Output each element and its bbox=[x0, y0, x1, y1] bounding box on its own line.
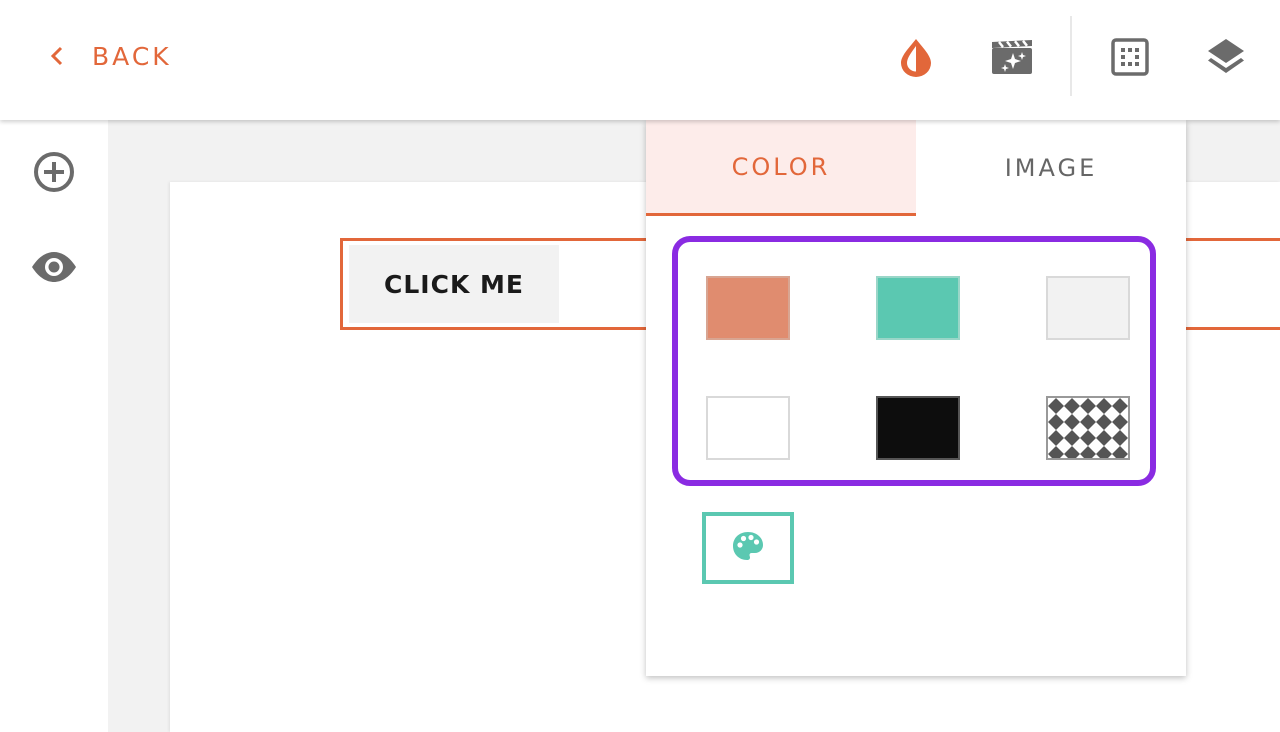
back-button[interactable]: BACK bbox=[50, 38, 172, 74]
tab-color[interactable]: COLOR bbox=[646, 120, 916, 216]
tab-image[interactable]: IMAGE bbox=[916, 120, 1186, 216]
tab-color-label: COLOR bbox=[731, 152, 831, 181]
swatch-teal[interactable] bbox=[876, 276, 960, 340]
background-popover: COLOR IMAGE bbox=[646, 120, 1186, 676]
water-drop-icon[interactable] bbox=[891, 32, 941, 82]
swatch-light-gray[interactable] bbox=[1046, 276, 1130, 340]
top-bar: BACK bbox=[0, 0, 1280, 120]
swatch-transparent[interactable] bbox=[1046, 396, 1130, 460]
popover-caret bbox=[903, 108, 927, 120]
magic-movie-icon[interactable] bbox=[987, 32, 1037, 82]
chevron-left-icon bbox=[50, 38, 78, 74]
palette-icon bbox=[731, 530, 765, 567]
swatch-salmon[interactable] bbox=[706, 276, 790, 340]
add-circle-icon[interactable] bbox=[30, 148, 78, 196]
tab-image-label: IMAGE bbox=[1004, 154, 1098, 182]
left-sidebar bbox=[0, 120, 108, 732]
click-me-label: CLICK ME bbox=[384, 269, 524, 299]
layers-icon[interactable] bbox=[1201, 32, 1251, 82]
eye-icon[interactable] bbox=[30, 243, 78, 291]
swatch-white[interactable] bbox=[706, 396, 790, 460]
click-me-button[interactable]: CLICK ME bbox=[349, 245, 559, 323]
toolbar-divider bbox=[1070, 16, 1072, 96]
grid-icon[interactable] bbox=[1105, 32, 1155, 82]
swatch-group-highlight bbox=[672, 236, 1156, 486]
swatch-black[interactable] bbox=[876, 396, 960, 460]
back-label: BACK bbox=[92, 41, 172, 71]
custom-color-button[interactable] bbox=[702, 512, 794, 584]
